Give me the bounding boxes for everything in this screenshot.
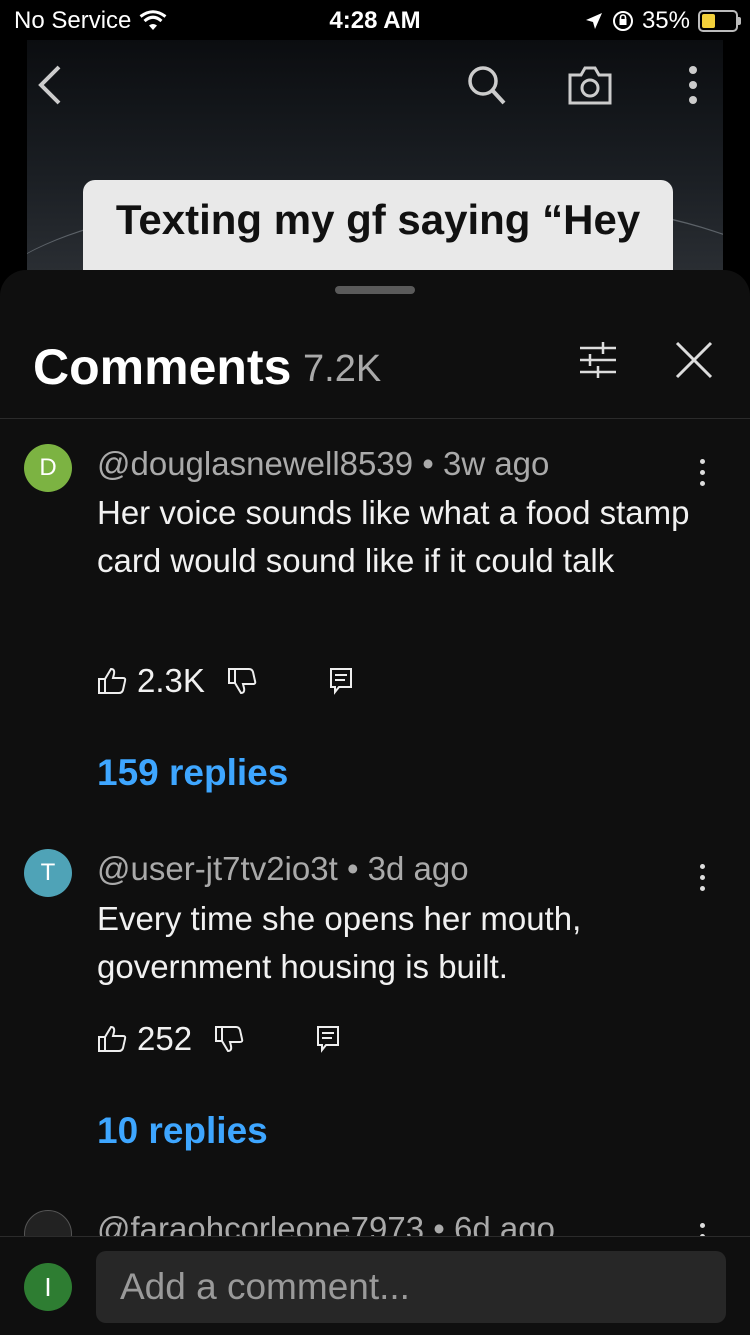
battery-icon xyxy=(698,10,741,32)
comment-meta: @douglasnewell8539 • 3w ago xyxy=(97,445,549,483)
comment-actions: 2.3K xyxy=(97,662,353,700)
more-options-icon[interactable] xyxy=(690,857,714,897)
avatar[interactable]: I xyxy=(24,1263,72,1311)
search-icon[interactable] xyxy=(467,63,507,107)
drag-handle[interactable] xyxy=(335,286,415,294)
comment-age: 3d ago xyxy=(367,850,469,887)
comment-text: Every time she opens her mouth, governme… xyxy=(97,900,582,985)
comment-author[interactable]: @user-jt7tv2io3t xyxy=(97,850,338,887)
battery-level xyxy=(702,14,715,28)
thumbs-down-icon[interactable] xyxy=(227,667,257,695)
comment-actions: 252 xyxy=(97,1020,340,1058)
thumbs-up-icon[interactable] xyxy=(97,1025,127,1053)
comment-text: Her voice sounds like what a food stamp … xyxy=(97,494,690,579)
comment-age: 3w ago xyxy=(442,445,550,482)
reply-icon[interactable] xyxy=(329,667,353,695)
back-icon[interactable] xyxy=(35,63,65,107)
comments-header: Comments 7.2K xyxy=(0,330,750,420)
comment-author[interactable]: @douglasnewell8539 xyxy=(97,445,413,482)
video-player[interactable]: Texting my gf saying “Hey xyxy=(27,40,723,272)
camera-icon[interactable] xyxy=(567,63,613,107)
meta-separator: • xyxy=(346,850,368,887)
sliders-icon[interactable] xyxy=(578,340,618,380)
comment-composer: I xyxy=(0,1236,750,1335)
like-count: 2.3K xyxy=(137,662,205,699)
orientation-lock-icon xyxy=(612,11,633,31)
header-divider xyxy=(0,418,750,419)
more-options-icon[interactable] xyxy=(690,452,714,492)
more-options-icon[interactable] xyxy=(687,63,699,107)
location-arrow-icon xyxy=(585,13,602,29)
system-indicators: 35% xyxy=(584,7,741,35)
comments-count: 7.2K xyxy=(303,348,382,390)
meta-separator: • xyxy=(422,445,443,482)
avatar[interactable]: D xyxy=(24,444,72,492)
thumbs-up-icon[interactable] xyxy=(97,667,127,695)
reply-icon[interactable] xyxy=(316,1025,340,1053)
like-count: 252 xyxy=(137,1020,193,1057)
comment-input[interactable] xyxy=(96,1251,726,1323)
replies-link[interactable]: 159 replies xyxy=(97,752,288,794)
replies-link[interactable]: 10 replies xyxy=(97,1110,268,1152)
avatar[interactable]: T xyxy=(24,849,72,897)
comments-title: Comments xyxy=(33,339,292,395)
comment-meta: @user-jt7tv2io3t • 3d ago xyxy=(97,850,469,888)
thumbs-down-icon[interactable] xyxy=(214,1025,244,1053)
comments-sheet: Comments 7.2K D @douglasnewell8539 • 3w … xyxy=(0,270,750,1334)
close-icon[interactable] xyxy=(674,340,714,380)
status-bar: No Service 4:28 AM 35% xyxy=(0,0,750,40)
battery-percent: 35% xyxy=(641,7,690,34)
video-caption: Texting my gf saying “Hey xyxy=(83,180,673,272)
